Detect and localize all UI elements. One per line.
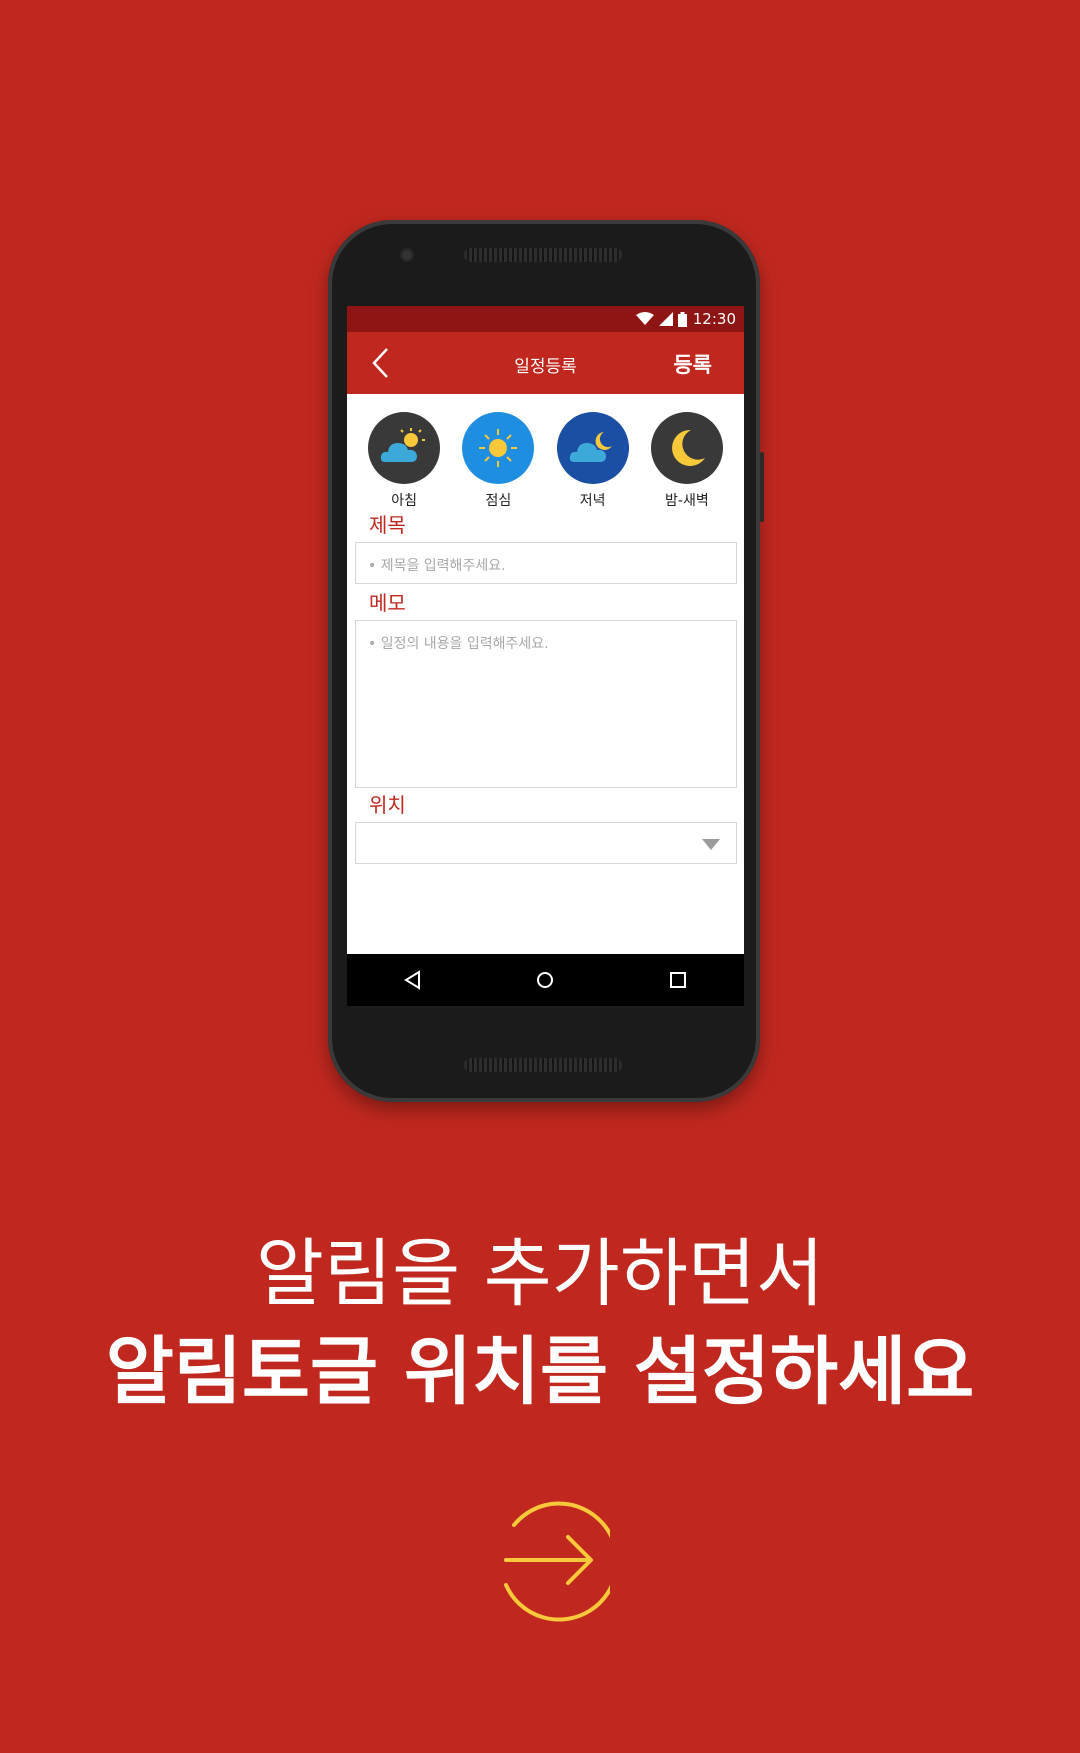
memo-textarea[interactable]: • 일정의 내용을 입력해주세요.: [355, 620, 737, 788]
cloud-moon-icon: [556, 412, 629, 484]
moon-icon: [650, 412, 723, 484]
time-of-day-selector: 아침 점심 저녁 밤-새벽: [347, 394, 744, 512]
wifi-icon: [635, 312, 654, 325]
title-placeholder: • 제목을 입력해주세요.: [368, 558, 506, 574]
android-nav-bar: [347, 954, 744, 1006]
title-label: 제목: [369, 513, 406, 537]
location-select[interactable]: [355, 822, 737, 864]
memo-placeholder: • 일정의 내용을 입력해주세요.: [368, 636, 549, 652]
headline-line1: 알림을 추가하면서: [255, 1231, 825, 1317]
phone-screen: 12:30 일정등록 등록 아침 점심 저녁 밤-새벽 제목 • 제목을 입력해…: [347, 306, 744, 1006]
memo-label: 메모: [369, 591, 406, 615]
phone-mockup: 12:30 일정등록 등록 아침 점심 저녁 밤-새벽 제목 • 제목을 입력해…: [328, 220, 764, 1102]
app-bar: 일정등록 등록: [347, 332, 744, 394]
signal-icon: [658, 312, 673, 326]
top-speaker: [464, 248, 622, 262]
bottom-speaker: [464, 1058, 622, 1072]
time-option-evening[interactable]: 저녁: [553, 412, 633, 512]
headline: 알림을 추가하면서 알림토글 위치를 설정하세요: [0, 1225, 1080, 1421]
time-option-morning[interactable]: 아침: [364, 412, 444, 512]
status-bar: 12:30: [347, 306, 744, 332]
sun-icon: [462, 412, 535, 484]
phone-side-button: [760, 452, 764, 522]
front-camera: [402, 250, 412, 260]
headline-line2: 알림토글 위치를 설정하세요: [105, 1329, 975, 1415]
home-icon[interactable]: [535, 970, 555, 990]
time-option-night[interactable]: 밤-새벽: [647, 412, 727, 512]
dropdown-arrow-icon: [702, 839, 720, 850]
cloud-sun-icon: [368, 412, 441, 484]
next-arrow-icon[interactable]: [484, 1497, 610, 1623]
title-input[interactable]: • 제목을 입력해주세요.: [355, 542, 737, 584]
time-option-noon[interactable]: 점심: [458, 412, 538, 512]
back-icon[interactable]: [403, 970, 423, 990]
status-time: 12:30: [692, 310, 736, 328]
register-button[interactable]: 등록: [673, 349, 712, 379]
recents-icon[interactable]: [668, 970, 688, 990]
battery-icon: [677, 311, 687, 327]
location-label: 위치: [369, 793, 406, 817]
